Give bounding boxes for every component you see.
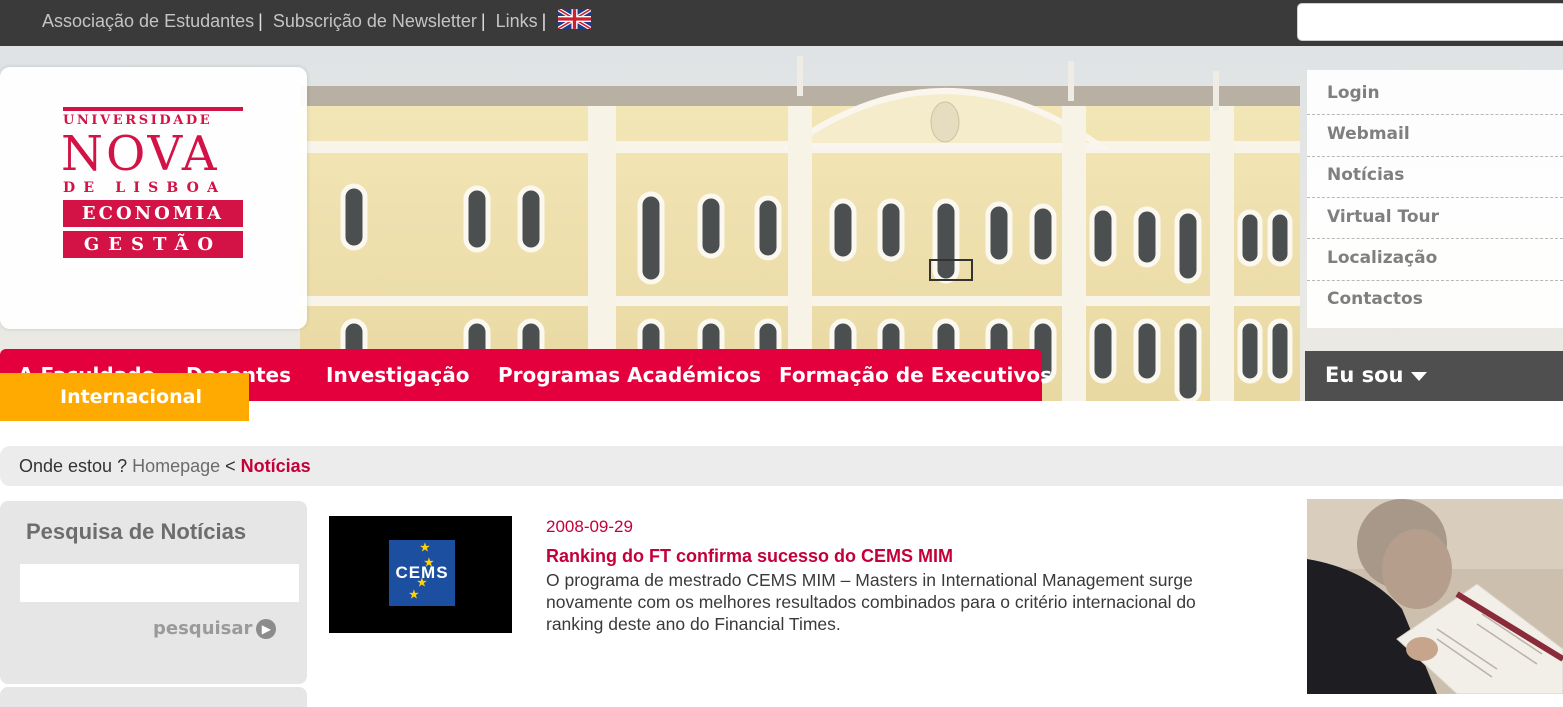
divider xyxy=(1307,238,1563,239)
uk-flag-icon[interactable] xyxy=(558,8,592,29)
quick-menu-virtual-tour[interactable]: Virtual Tour xyxy=(1327,207,1439,227)
top-link-links[interactable]: Links xyxy=(496,11,538,32)
arrow-right-icon: ▶ xyxy=(256,619,277,639)
divider xyxy=(1307,156,1563,157)
news-search-panel: Pesquisa de Notícias pesquisar ▶ xyxy=(0,501,307,684)
breadcrumb: Onde estou ? Homepage < Notícias xyxy=(0,446,1563,486)
university-logo[interactable]: UNIVERSIDADE NOVA DE LISBOA ECONOMIA GES… xyxy=(61,107,243,258)
top-links: Associação de Estudantes | Subscrição de… xyxy=(42,8,592,32)
logo-line-de-lisboa: DE LISBOA xyxy=(63,180,227,196)
star-icon: ★ xyxy=(424,557,435,569)
breadcrumb-separator: < xyxy=(220,456,241,476)
nav-item-investigacao[interactable]: Investigação xyxy=(326,363,470,387)
star-icon: ★ xyxy=(420,542,431,554)
divider xyxy=(1307,197,1563,198)
breadcrumb-home-link[interactable]: Homepage xyxy=(132,456,220,476)
quick-menu-localizacao[interactable]: Localização xyxy=(1327,248,1437,268)
quick-menu-login[interactable]: Login xyxy=(1327,83,1380,103)
breadcrumb-text: Onde estou ? Homepage < Notícias xyxy=(19,456,311,477)
logo-line-nova: NOVA xyxy=(61,126,220,182)
top-link-student-association[interactable]: Associação de Estudantes xyxy=(42,11,254,32)
logo-line-universidade: UNIVERSIDADE xyxy=(63,107,243,128)
internacional-label: Internacional xyxy=(60,386,202,408)
caret-down-icon xyxy=(1411,371,1428,381)
eu-sou-label: Eu sou xyxy=(1325,363,1404,387)
news-summary: O programa de mestrado CEMS MIM – Master… xyxy=(546,570,1196,634)
person-reading-photo xyxy=(1307,499,1563,694)
star-icon: ★ xyxy=(417,577,428,589)
news-title-link[interactable]: Ranking do FT confirma sucesso do CEMS M… xyxy=(546,546,953,567)
nav-item-internacional[interactable]: Internacional xyxy=(0,373,249,421)
quick-menu-noticias[interactable]: Notícias xyxy=(1327,165,1404,185)
news-date: 2008-09-29 xyxy=(546,517,633,536)
separator: | xyxy=(480,11,486,31)
quick-menu-webmail[interactable]: Webmail xyxy=(1327,124,1410,144)
star-icon: ★ xyxy=(409,589,420,601)
logo-line-economia: ECONOMIA xyxy=(63,200,243,227)
secondary-panel xyxy=(0,687,307,707)
side-photo xyxy=(1307,499,1563,694)
logo-line-gestao: GESTÃO xyxy=(63,231,243,258)
news-thumbnail[interactable]: CEMS ★ ★ ★ ★ xyxy=(329,516,512,633)
search-button-label: pesquisar xyxy=(153,618,253,639)
quick-menu-contactos[interactable]: Contactos xyxy=(1327,289,1423,309)
eu-sou-dropdown[interactable]: Eu sou xyxy=(1305,351,1563,401)
divider xyxy=(1307,114,1563,115)
news-search-title: Pesquisa de Notícias xyxy=(26,519,247,544)
site-search-input[interactable] xyxy=(1297,3,1563,41)
divider xyxy=(1307,280,1563,281)
breadcrumb-current[interactable]: Notícias xyxy=(241,456,311,476)
separator: | xyxy=(541,11,547,31)
nav-item-formacao-executivos[interactable]: Formação de Executivos xyxy=(779,363,1052,387)
separator: | xyxy=(258,11,263,31)
top-bar: Associação de Estudantes | Subscrição de… xyxy=(0,0,1563,46)
nav-item-programas-academicos[interactable]: Programas Académicos xyxy=(498,363,761,387)
quick-menu: Login Webmail Notícias Virtual Tour Loca… xyxy=(1307,70,1563,328)
breadcrumb-prefix: Onde estou ? xyxy=(19,456,133,476)
cems-logo: CEMS ★ ★ ★ ★ xyxy=(389,540,455,606)
top-link-newsletter[interactable]: Subscrição de Newsletter xyxy=(273,11,477,32)
news-search-input[interactable] xyxy=(20,564,299,602)
search-button[interactable]: pesquisar ▶ xyxy=(153,618,277,639)
